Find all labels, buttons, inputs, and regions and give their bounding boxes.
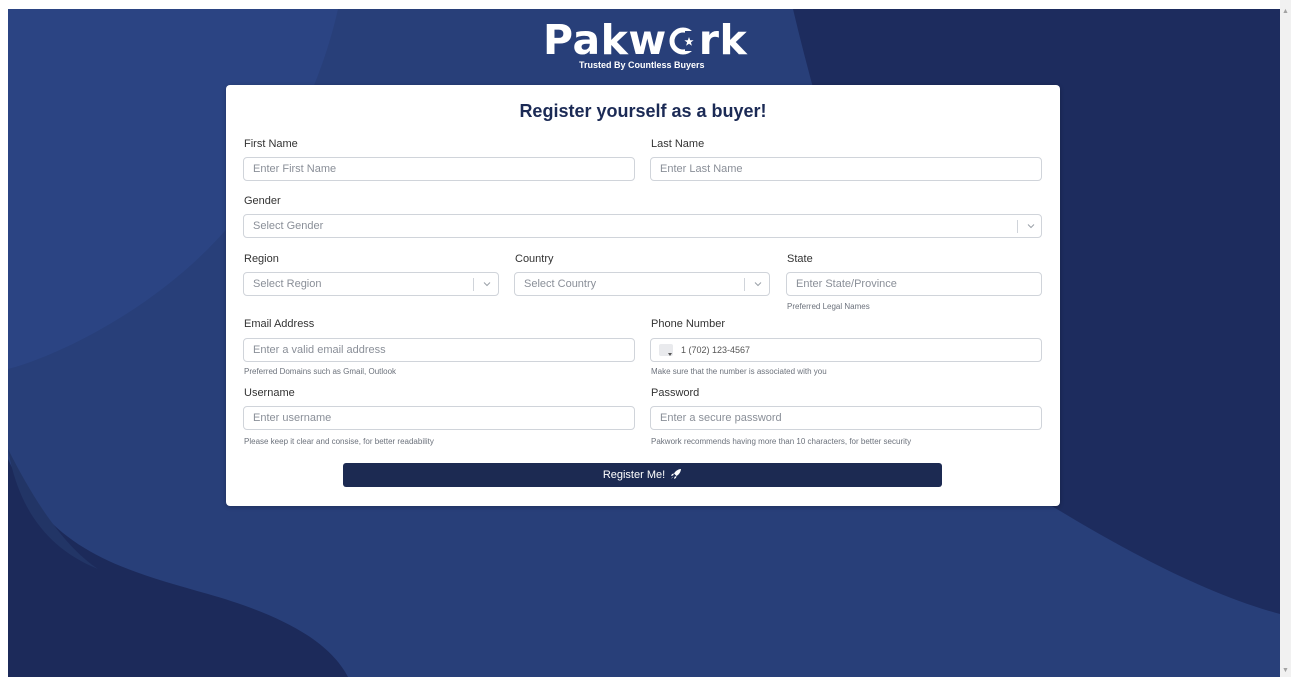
first-name-label: First Name [244, 138, 298, 150]
region-select-separator [473, 278, 474, 291]
gender-select-value: Select Gender [253, 220, 324, 232]
page-scrollbar[interactable]: ▲ ▼ [1280, 0, 1291, 677]
chevron-down-icon[interactable] [481, 276, 493, 292]
phone-label: Phone Number [651, 318, 725, 330]
gender-select[interactable]: Select Gender [243, 214, 1042, 238]
state-field[interactable] [786, 272, 1042, 296]
password-field[interactable] [650, 406, 1042, 430]
country-code-selector[interactable] [659, 344, 673, 356]
region-select-value: Select Region [253, 278, 322, 290]
brand-name-left: Pakw [543, 16, 667, 64]
register-button[interactable]: Register Me! [343, 463, 942, 487]
phone-hint: Make sure that the number is associated … [651, 367, 827, 376]
crescent-star-icon [668, 20, 698, 55]
username-label: Username [244, 387, 295, 399]
scroll-up-icon[interactable]: ▲ [1282, 8, 1289, 16]
brand-wordmark: Pakw rk [543, 18, 747, 62]
username-input[interactable] [253, 407, 634, 429]
chevron-down-icon[interactable] [1025, 218, 1037, 234]
country-label: Country [515, 253, 554, 265]
first-name-input[interactable] [253, 158, 634, 180]
caret-down-icon [668, 353, 672, 356]
brand-logo: Pakw rk Trusted By Countless Buyers [543, 18, 747, 70]
last-name-field[interactable] [650, 157, 1042, 181]
form-title: Register yourself as a buyer! [519, 101, 767, 121]
username-hint: Please keep it clear and consise, for be… [244, 437, 434, 446]
username-field[interactable] [243, 406, 635, 430]
phone-field[interactable]: 1 (702) 123-4567 [650, 338, 1042, 362]
password-input[interactable] [660, 407, 1041, 429]
last-name-label: Last Name [651, 138, 705, 150]
region-label: Region [244, 253, 279, 265]
email-hint: Preferred Domains such as Gmail, Outlook [244, 367, 397, 376]
state-hint: Preferred Legal Names [787, 302, 870, 311]
chevron-down-icon[interactable] [752, 276, 764, 292]
state-input[interactable] [796, 273, 1041, 295]
region-select[interactable]: Select Region [243, 272, 499, 296]
password-label: Password [651, 387, 700, 399]
gender-label: Gender [244, 195, 281, 207]
last-name-input[interactable] [660, 158, 1041, 180]
gender-select-separator [1017, 220, 1018, 233]
phone-input[interactable]: 1 (702) 123-4567 [681, 339, 750, 361]
email-field[interactable] [243, 338, 635, 362]
first-name-field[interactable] [243, 157, 635, 181]
register-button-label: Register Me! [602, 469, 666, 481]
brand-name-right: rk [698, 16, 748, 64]
country-select-value: Select Country [524, 278, 597, 290]
country-select[interactable]: Select Country [514, 272, 770, 296]
email-label: Email Address [244, 318, 315, 330]
password-hint: Pakwork recommends having more than 10 c… [651, 437, 912, 446]
rocket-icon [670, 465, 682, 489]
registration-card: Register yourself as a buyer! First Name… [226, 85, 1060, 506]
email-input[interactable] [253, 339, 634, 361]
scroll-down-icon[interactable]: ▼ [1282, 667, 1289, 675]
page: ▲ ▼ Pakw rk Trusted By Countless Buyers R… [0, 0, 1291, 677]
country-select-separator [744, 278, 745, 291]
state-label: State [787, 253, 813, 265]
